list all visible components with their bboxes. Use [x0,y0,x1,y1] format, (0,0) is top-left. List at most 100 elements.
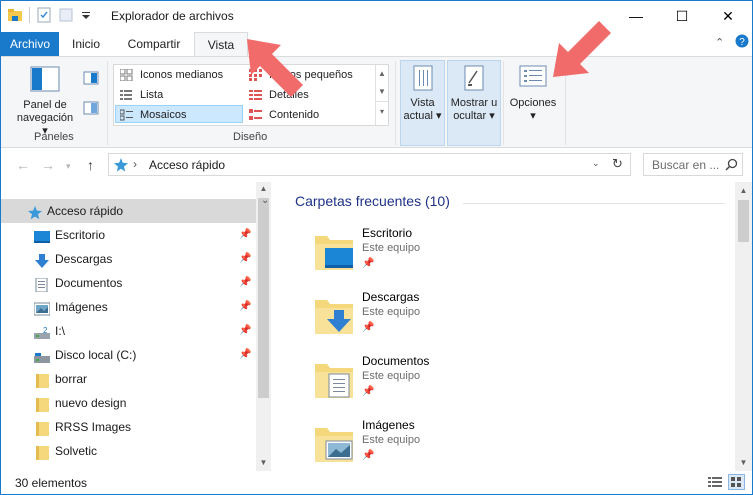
pictures-icon [33,300,51,316]
minimize-button[interactable]: — [613,1,659,31]
show-hide-button[interactable]: Mostrar u ocultar ▾ [447,65,501,123]
desktop-icon [34,228,50,243]
layout-list[interactable]: Lista [116,86,242,104]
quick-access-toolbar [7,7,96,23]
scroll-thumb[interactable] [738,200,749,242]
collapse-ribbon-icon[interactable]: ⌃ [715,36,724,49]
separator [107,61,108,145]
separator [503,61,504,145]
document-icon [34,276,50,293]
back-arrow-icon[interactable]: ← [16,157,30,173]
list-view-icon [120,89,133,101]
scroll-down-icon[interactable]: ▼ [255,458,272,467]
window-title: Explorador de archivos [111,9,234,23]
tab-archivo[interactable]: Archivo [1,32,59,56]
show-hide-line1: Mostrar u [450,97,498,109]
current-view-line2: actual ▾ [403,110,442,122]
nav-pane-scrollbar[interactable]: ▲ ▼ [256,182,271,471]
tile-escritorio[interactable]: Escritorio Este equipo 📌 [313,226,573,286]
tile-descargas[interactable]: Descargas Este equipo 📌 [313,290,573,350]
svg-text:2: 2 [43,326,48,335]
recent-locations-icon[interactable]: ▾ [66,161,71,172]
svg-text:?: ? [739,37,745,48]
navigation-pane-button[interactable]: Panel de navegación ▾ [15,65,75,138]
collapse-group-icon[interactable]: ⌄ [261,195,269,206]
sidebar-item-rrss-images[interactable]: RRSS Images [1,415,257,439]
breadcrumb-separator-icon[interactable]: › [133,157,137,171]
search-input[interactable]: Buscar en ... [643,153,743,176]
scroll-thumb[interactable] [258,198,269,398]
folder-icon [34,420,50,436]
expand-gallery-icon[interactable]: ▾ [376,101,388,121]
sidebar-item-imagenes[interactable]: Imágenes 📌 [1,295,257,319]
sidebar-item-descargas[interactable]: Descargas 📌 [1,247,257,271]
item-count: 30 elementos [15,476,88,490]
layout-gallery-scroll[interactable]: ▲ ▼ ▾ [375,65,388,125]
layout-tiles[interactable]: Mosaicos [115,105,243,123]
sidebar-item-solvetic[interactable]: Solvetic [1,439,257,463]
up-arrow-icon[interactable]: ↑ [87,157,94,173]
address-bar-row: ← → ▾ ↑ › Acceso rápido ⌄ ↻ Buscar en ..… [1,149,752,181]
content-scrollbar[interactable]: ▲ ▼ [735,182,752,471]
scroll-up-icon[interactable]: ▲ [735,186,752,195]
medium-icons-icon [119,68,133,82]
preview-pane-icon[interactable] [83,71,99,88]
address-dropdown-icon[interactable]: ⌄ [592,158,600,169]
explorer-window: Explorador de archivos — ☐ ✕ Archivo Ini… [0,0,753,495]
refresh-icon[interactable]: ↻ [612,156,623,172]
layout-content[interactable]: Contenido [245,106,371,124]
hard-disk-icon [34,348,50,363]
sidebar-item-local-disk[interactable]: Disco local (C:) 📌 [1,343,257,367]
sidebar-item-documentos[interactable]: Documentos 📌 [1,271,257,295]
forward-arrow-icon[interactable]: → [41,157,55,173]
pin-icon: 📌 [239,349,252,360]
details-pane-icon[interactable] [83,101,99,118]
details-view-toggle-icon[interactable] [708,476,722,491]
layout-medium-icons[interactable]: Iconos medianos [116,66,242,84]
search-placeholder: Buscar en ... [652,158,720,172]
ribbon-vista: Panel de navegación ▾ Paneles Iconos med… [1,56,752,148]
sidebar-item-nuevo-design[interactable]: nuevo design [1,391,257,415]
tab-inicio[interactable]: Inicio [63,32,109,56]
large-icons-toggle-icon[interactable] [728,474,745,490]
pin-icon: 📌 [362,322,375,333]
sidebar-item-drive-i[interactable]: 2 I:\ 📌 [1,319,257,343]
tile-imagenes[interactable]: Imágenes Este equipo 📌 [313,418,573,478]
pin-icon: 📌 [239,229,252,240]
scroll-up-icon[interactable]: ▲ [255,184,272,193]
layout-group-label: Diseño [233,131,268,143]
sidebar-item-borrar[interactable]: borrar [1,367,257,391]
maximize-button[interactable]: ☐ [659,1,705,31]
search-icon[interactable] [725,158,738,174]
pin-icon: 📌 [239,253,252,264]
options-icon [518,65,548,87]
folder-icon [34,396,50,412]
help-icon[interactable]: ? [735,34,749,51]
close-button[interactable]: ✕ [705,1,751,31]
tile-documentos[interactable]: Documentos Este equipo 📌 [313,354,573,414]
properties-icon[interactable] [36,7,52,23]
annotation-arrow-opciones [553,21,611,77]
customize-qat-icon[interactable] [80,7,96,23]
pin-icon: 📌 [362,258,375,269]
navigation-pane: Acceso rápido Escritorio 📌 Descargas 📌 D… [1,182,271,471]
downloads-folder-icon [313,296,357,336]
documents-folder-icon [313,360,357,400]
section-divider [463,203,725,204]
sidebar-item-escritorio[interactable]: Escritorio 📌 [1,223,257,247]
current-view-button[interactable]: Vista actual ▾ [400,65,445,123]
sidebar-item-quick-access[interactable]: Acceso rápido [1,199,257,223]
show-hide-line2: ocultar ▾ [453,110,495,122]
separator [29,7,30,23]
address-box[interactable]: › Acceso rápido ⌄ ↻ [108,153,631,176]
explorer-app-icon [7,7,23,23]
new-folder-icon[interactable] [58,7,74,23]
content-pane: ⌄ Carpetas frecuentes (10) Escritorio Es… [261,182,735,471]
scroll-down-icon[interactable]: ▼ [735,458,752,467]
pin-icon: 📌 [362,450,375,461]
scroll-down-icon[interactable]: ▼ [376,83,388,101]
star-icon [27,204,43,220]
current-view-line1: Vista [410,97,435,109]
tab-compartir[interactable]: Compartir [119,32,189,56]
scroll-up-icon[interactable]: ▲ [376,65,388,83]
